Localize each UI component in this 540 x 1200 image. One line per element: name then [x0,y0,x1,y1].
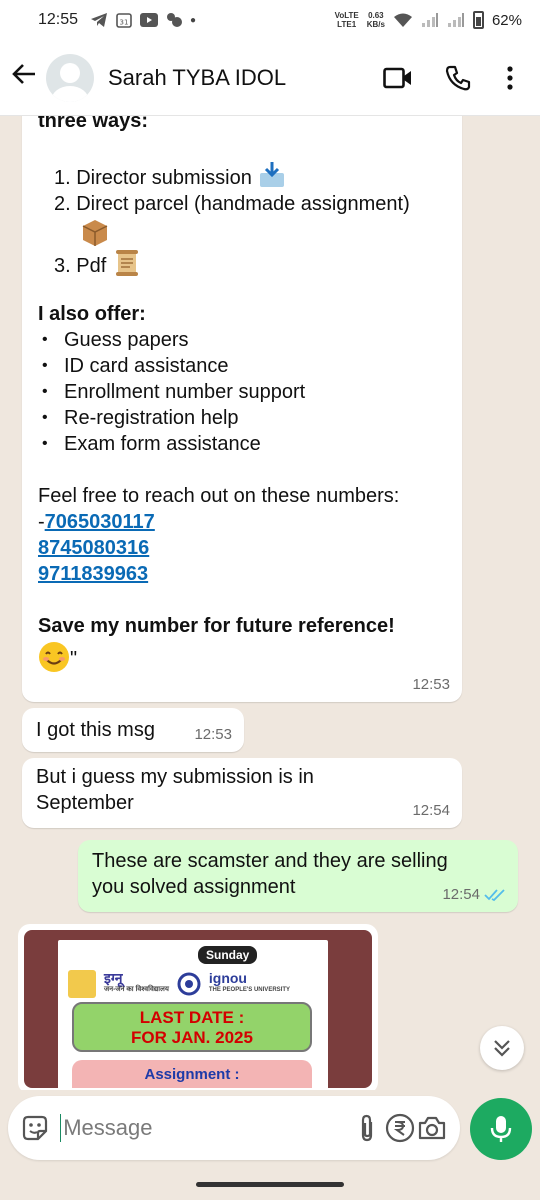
wifi-icon [393,13,412,27]
assignment-box: Assignment : [72,1060,312,1088]
list-item: ID card assistance [38,353,446,379]
svg-text:31: 31 [120,19,129,27]
battery-level: 62% [491,11,522,29]
smiling-face-emoji-icon [39,642,69,672]
speed-label: 0.63 KB/s [366,11,385,29]
message-text: But i guess my submission is in [36,766,314,788]
text-cursor [60,1114,62,1142]
payment-button[interactable] [383,1113,415,1143]
calendar-icon: 31 [116,13,132,28]
trailing-quote: " [70,648,78,670]
message-text: three ways: [38,116,149,132]
double-tick-icon [484,889,505,902]
message-text: I got this msg [36,719,155,741]
message-text: These are scamster and they are selling [92,850,448,872]
youtube-icon [140,13,159,27]
list-item: Re-registration help [38,405,446,431]
list-item: 1. Director submission [54,160,446,191]
package-emoji-icon [82,220,108,246]
double-chevron-down-icon [494,1040,510,1057]
phone-number-line: -7065030117 [38,509,446,535]
app-icon [167,13,183,27]
image-message[interactable]: Sunday इग्नू जन-जन का विश्वविद्यालय igno… [18,924,378,1090]
logo-english: ignou THE PEOPLE'S UNIVERSITY [208,970,290,993]
message-time: 12:54 [412,802,450,819]
message-time: 12:53 [194,726,232,743]
gesture-nav-bar[interactable] [196,1182,344,1187]
ways-list: 1. Director submission 2. Direct parcel … [38,160,446,279]
status-time: 12:55 [38,11,79,28]
sticker-icon [22,1115,48,1141]
ignou-logo-icon [177,972,201,996]
voice-call-button[interactable] [428,65,488,91]
contact-name[interactable]: Sarah TYBA IDOL [108,65,368,91]
signal-icon [421,13,438,27]
poster-logo-row: इग्नू जन-जन का विश्वविद्यालय ignou THE P… [68,966,318,1002]
phone-number-link[interactable]: 8745080316 [38,537,149,559]
microphone-icon [490,1116,512,1142]
back-arrow-icon[interactable] [8,61,40,95]
list-item [80,217,446,248]
camera-button[interactable] [416,1115,448,1141]
rupee-icon [385,1113,414,1143]
chat-header: Sarah TYBA IDOL [0,40,540,116]
chat-area[interactable]: three ways: 1. Director submission 2. Di… [0,116,540,1090]
inbox-tray-emoji-icon [260,162,285,187]
reach-text: Feel free to reach out on these numbers: [38,485,400,507]
scroll-emoji-icon [115,250,138,276]
outgoing-message[interactable]: These are scamster and they are selling … [78,840,518,912]
sticker-button[interactable] [20,1113,50,1143]
video-call-button[interactable] [368,67,428,89]
incoming-message[interactable]: three ways: 1. Director submission 2. Di… [22,116,462,702]
scroll-to-bottom-button[interactable] [480,1026,524,1070]
paperclip-icon [362,1114,373,1142]
offer-title: I also offer: [38,303,146,325]
phone-number-link[interactable]: 9711839963 [38,563,148,585]
sunday-badge: Sunday [198,946,258,964]
notification-icons: 31 ● [90,12,196,28]
number-prefix: - [38,511,45,533]
message-time: 12:53 [412,676,450,693]
more-options-button[interactable] [488,65,532,90]
phone-number-link[interactable]: 7065030117 [45,511,155,533]
camera-icon [418,1116,445,1140]
telegram-icon [91,13,108,27]
list-item: 2. Direct parcel (handmade assignment) [54,193,410,215]
smile-line: " [38,641,446,673]
phone-icon [445,65,471,90]
signal-icon-2 [447,13,464,27]
offers-list: Guess papers ID card assistance Enrollme… [38,327,446,457]
save-text: Save my number for future reference! [38,615,395,637]
list-item: Guess papers [38,327,446,353]
battery-icon [472,11,484,29]
video-camera-icon [383,67,411,88]
more-vertical-icon [507,65,513,90]
image-preview[interactable]: Sunday इग्नू जन-जन का विश्वविद्यालय igno… [24,930,372,1088]
message-time: 12:54 [442,882,506,908]
network-label: VoLTE LTE1 [334,11,359,29]
list-item: 3. Pdf [54,248,446,279]
more-notifications-dot: ● [190,14,197,26]
poster: Sunday इग्नू जन-जन का विश्वविद्यालय igno… [58,940,328,1088]
last-date-box: LAST DATE : FOR JAN. 2025 [72,1002,312,1052]
attach-button[interactable] [351,1113,383,1143]
avatar[interactable] [46,53,94,102]
message-input[interactable] [63,1115,352,1141]
list-item: Enrollment number support [38,379,446,405]
incoming-message[interactable]: But i guess my submission is in Septembe… [22,758,462,828]
list-item: Exam form assistance [38,431,446,457]
incoming-message[interactable]: I got this msg 12:53 [22,708,244,752]
message-text: September [36,792,134,814]
message-composer [8,1096,460,1160]
status-bar: 12:55 31 ● VoLTE LTE1 0.63 KB/s 62% [0,0,540,40]
logo-hindi: इग्नू जन-जन का विश्वविद्यालय [104,970,169,993]
voice-message-button[interactable] [470,1098,532,1160]
